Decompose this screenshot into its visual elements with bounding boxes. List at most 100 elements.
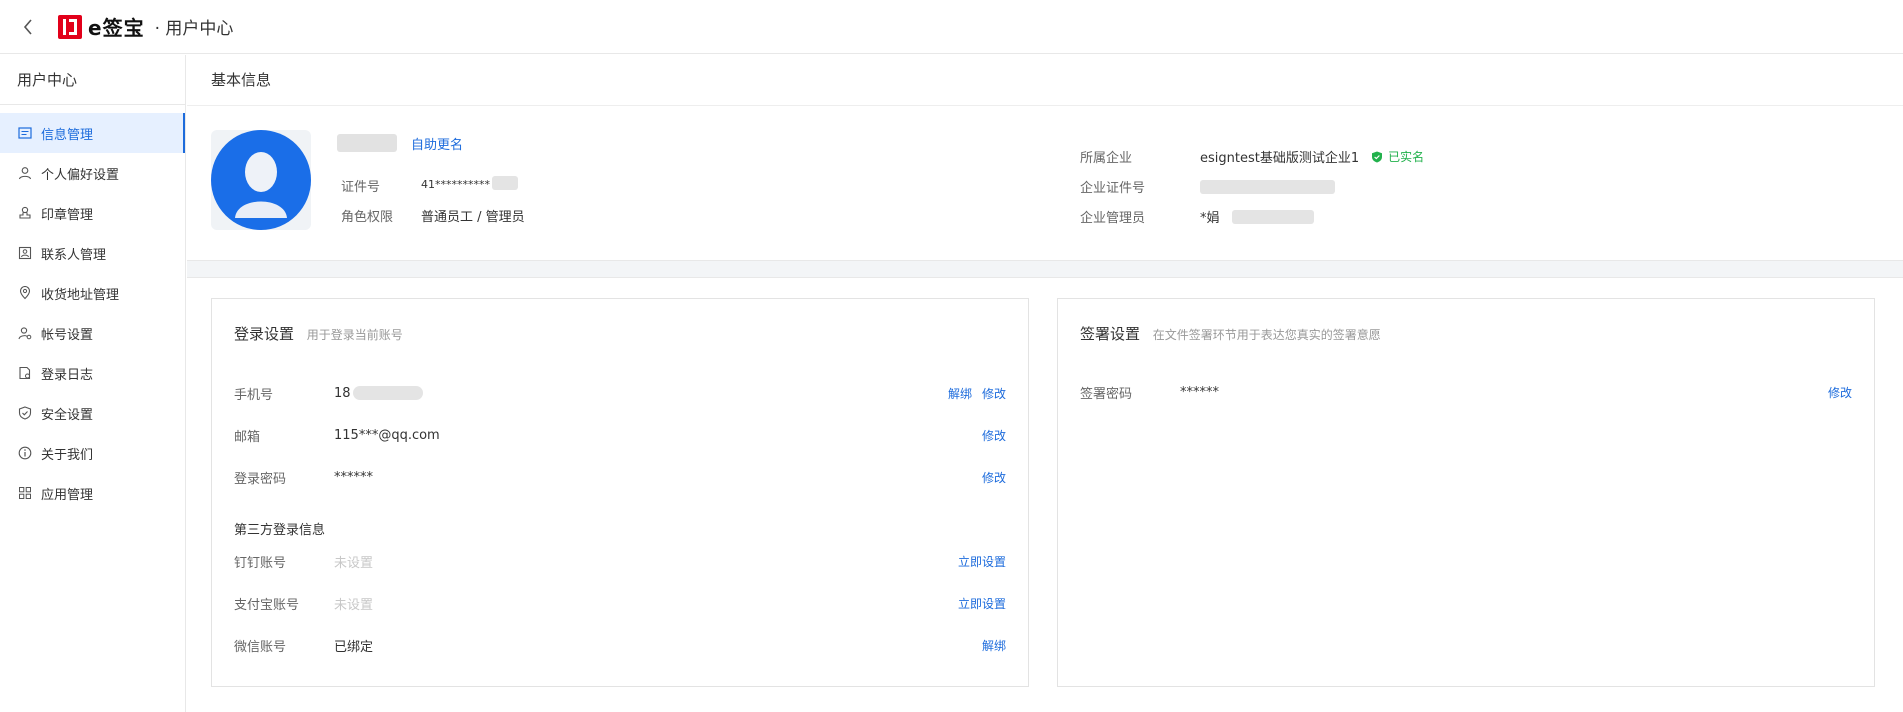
login-password-actions: 修改 xyxy=(982,469,1006,486)
dingtalk-set-now-link[interactable]: 立即设置 xyxy=(958,553,1006,570)
section-divider xyxy=(187,260,1903,278)
user-icon xyxy=(18,166,32,180)
alipay-set-now-link[interactable]: 立即设置 xyxy=(958,595,1006,612)
login-password-value: ****** xyxy=(334,469,373,485)
user-settings-icon xyxy=(18,326,32,340)
sign-password-modify-link[interactable]: 修改 xyxy=(1828,384,1852,401)
sidebar-item-label: 信息管理 xyxy=(41,127,94,143)
phone-value: 18 xyxy=(334,385,351,401)
sidebar-item-label: 联系人管理 xyxy=(41,247,107,263)
page-title-text: 用户中心 xyxy=(165,19,234,39)
login-settings-panel: 登录设置 用于登录当前账号 手机号 18 解绑 修改 邮箱 115***@qq.… xyxy=(211,298,1029,687)
company-label: 所属企业 xyxy=(1080,151,1133,166)
verified-label: 已实名 xyxy=(1388,150,1425,164)
top-bar: e签宝 · 用户中心 xyxy=(0,0,1903,54)
sidebar: 用户中心 信息管理 个人偏好设置 印章管理 联系人管理 收货地址管理 帐号设置 … xyxy=(0,55,186,712)
sidebar-item-app-management[interactable]: 应用管理 xyxy=(0,473,185,513)
wechat-value: 已绑定 xyxy=(334,639,374,655)
phone-modify-link[interactable]: 修改 xyxy=(982,385,1006,402)
location-icon xyxy=(18,285,32,300)
role-row: 角色权限 普通员工 / 管理员 xyxy=(341,206,525,225)
verified-badge: 已实名 xyxy=(1371,148,1424,165)
wechat-row: 微信账号 已绑定 解绑 xyxy=(234,635,1006,655)
login-password-modify-link[interactable]: 修改 xyxy=(982,469,1006,486)
sign-settings-title: 签署设置 在文件签署环节用于表达您真实的签署意愿 xyxy=(1080,323,1381,344)
sidebar-item-preferences[interactable]: 个人偏好设置 xyxy=(0,153,185,193)
email-row: 邮箱 115***@qq.com 修改 xyxy=(234,425,1006,445)
esign-logo-icon xyxy=(58,14,82,39)
title-separator: · xyxy=(154,19,160,39)
email-value: 115***@qq.com xyxy=(334,427,440,443)
login-password-label: 登录密码 xyxy=(234,471,287,487)
email-modify-link[interactable]: 修改 xyxy=(982,427,1006,444)
sign-settings-title-text: 签署设置 xyxy=(1080,325,1141,343)
sign-password-label: 签署密码 xyxy=(1080,386,1133,402)
settings-section: 登录设置 用于登录当前账号 手机号 18 解绑 修改 邮箱 115***@qq.… xyxy=(187,278,1903,712)
alipay-actions: 立即设置 xyxy=(958,595,1006,612)
company-admin-value: *娟 xyxy=(1200,211,1220,226)
dingtalk-label: 钉钉账号 xyxy=(234,555,287,571)
wechat-label: 微信账号 xyxy=(234,639,287,655)
login-settings-title-text: 登录设置 xyxy=(234,325,295,343)
wechat-unbind-link[interactable]: 解绑 xyxy=(982,637,1006,654)
brand-logo[interactable]: e签宝 xyxy=(58,12,145,41)
login-password-row: 登录密码 ****** 修改 xyxy=(234,467,1006,487)
sidebar-item-label: 帐号设置 xyxy=(41,327,94,343)
role-value: 普通员工 / 管理员 xyxy=(421,210,525,225)
phone-row: 手机号 18 解绑 修改 xyxy=(234,383,1006,403)
company-value: esigntest基础版测试企业1 xyxy=(1200,151,1360,166)
sign-password-actions: 修改 xyxy=(1828,384,1852,401)
sidebar-menu: 信息管理 个人偏好设置 印章管理 联系人管理 收货地址管理 帐号设置 登录日志 … xyxy=(0,113,185,513)
email-actions: 修改 xyxy=(982,427,1006,444)
sign-password-row: 签署密码 ****** 修改 xyxy=(1080,382,1852,402)
basic-info-card: 基本信息 自助更名 证件号 41********** 角色权限 普通员工 / 管… xyxy=(187,55,1903,260)
brand-name: e签宝 xyxy=(88,16,145,40)
sidebar-item-info-management[interactable]: 信息管理 xyxy=(0,113,185,153)
contact-icon xyxy=(18,246,32,260)
sidebar-item-about-us[interactable]: 关于我们 xyxy=(0,433,185,473)
apps-icon xyxy=(18,486,32,500)
id-number-label: 证件号 xyxy=(341,180,381,195)
sidebar-item-contact-management[interactable]: 联系人管理 xyxy=(0,233,185,273)
company-id-label: 企业证件号 xyxy=(1080,181,1146,196)
avatar xyxy=(211,130,311,230)
sidebar-item-address-management[interactable]: 收货地址管理 xyxy=(0,273,185,313)
sidebar-item-label: 印章管理 xyxy=(41,207,94,223)
dingtalk-row: 钉钉账号 未设置 立即设置 xyxy=(234,551,1006,571)
page-title: · 用户中心 xyxy=(155,14,234,39)
sidebar-item-account-settings[interactable]: 帐号设置 xyxy=(0,313,185,353)
main-content: 基本信息 自助更名 证件号 41********** 角色权限 普通员工 / 管… xyxy=(187,55,1903,712)
sidebar-item-label: 登录日志 xyxy=(41,367,94,383)
third-party-login-title: 第三方登录信息 xyxy=(234,523,326,538)
id-card-icon xyxy=(18,126,32,140)
phone-label: 手机号 xyxy=(234,387,274,403)
sign-password-value: ****** xyxy=(1180,384,1219,400)
self-rename-link[interactable]: 自助更名 xyxy=(411,134,463,153)
seal-icon xyxy=(18,206,32,220)
company-id-masked xyxy=(1200,179,1335,194)
sidebar-item-label: 应用管理 xyxy=(41,487,94,503)
back-arrow-icon[interactable] xyxy=(16,15,40,39)
sidebar-item-seal-management[interactable]: 印章管理 xyxy=(0,193,185,233)
alipay-value: 未设置 xyxy=(334,597,374,613)
sidebar-item-label: 收货地址管理 xyxy=(41,287,120,303)
user-name-masked xyxy=(337,134,397,152)
sidebar-item-label: 关于我们 xyxy=(41,447,94,463)
avatar-user-icon xyxy=(211,130,311,230)
id-number-value: 41********** xyxy=(421,178,490,191)
dingtalk-actions: 立即设置 xyxy=(958,553,1006,570)
phone-masked xyxy=(352,386,423,400)
phone-unbind-link[interactable]: 解绑 xyxy=(948,385,972,402)
basic-info-title: 基本信息 xyxy=(187,55,1903,106)
email-label: 邮箱 xyxy=(234,429,261,445)
sign-settings-subtitle: 在文件签署环节用于表达您真实的签署意愿 xyxy=(1152,328,1381,342)
alipay-row: 支付宝账号 未设置 立即设置 xyxy=(234,593,1006,613)
sidebar-item-login-log[interactable]: 登录日志 xyxy=(0,353,185,393)
log-icon xyxy=(18,366,32,380)
sidebar-title: 用户中心 xyxy=(0,55,185,105)
company-admin-row: 企业管理员 *娟 xyxy=(1080,207,1314,226)
login-settings-subtitle: 用于登录当前账号 xyxy=(306,328,403,342)
company-id-row: 企业证件号 xyxy=(1080,177,1335,196)
sidebar-item-security-settings[interactable]: 安全设置 xyxy=(0,393,185,433)
alipay-label: 支付宝账号 xyxy=(234,597,300,613)
